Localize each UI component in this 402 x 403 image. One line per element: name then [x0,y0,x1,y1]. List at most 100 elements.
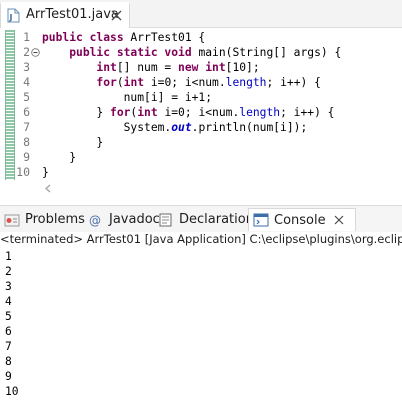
code-token: i=0; i<num. [157,106,240,119]
line-number-text: 10 [16,165,30,179]
svg-text:@: @ [89,213,101,227]
line-number-gutter: 1 2 3 4 5 6 7 8 9 10 [16,30,40,180]
code-token: [10]; [225,61,260,74]
code-token: .println(num[i]); [191,121,308,134]
tab-console-label: Console [274,212,326,228]
tab-javadoc[interactable]: @ Javadoc [88,208,160,231]
tab-javadoc-label: Javadoc [109,212,160,227]
code-line: public static void main(String[] args) { [42,45,402,60]
scroll-left-arrow-icon[interactable] [44,184,52,193]
code-token: } [42,106,111,119]
code-token: } [42,151,77,164]
console-icon [253,213,269,227]
line-number: 2 [16,45,40,60]
line-number: 1 [16,30,38,45]
code-line: for(int i=0; i<num.length; i++) { [42,75,402,90]
console-output-line: 2 [5,265,12,278]
console-output-line: 7 [5,340,12,353]
declaration-icon [159,213,172,226]
java-file-icon: J [7,8,20,23]
close-icon[interactable] [111,10,122,21]
code-line: public class ArrTest01 { [42,30,402,45]
console-output-line: 9 [5,370,12,383]
code-token: ; i++) { [280,106,335,119]
code-area[interactable]: public class ArrTest01 { public static v… [42,30,402,180]
console-output-line: 6 [5,325,12,338]
line-number: 8 [16,135,38,150]
line-number-text: 8 [23,135,30,149]
code-token: num[i] = i+1; [42,91,213,104]
code-token: public static void [69,46,199,59]
code-token: i=0; i<num. [144,76,226,89]
line-number: 4 [16,75,38,90]
code-line: System.out.println(num[i]); [42,120,402,135]
code-token: int [96,61,117,74]
line-number-text: 2 [23,45,30,59]
line-number: 7 [16,120,38,135]
code-token: length [225,76,267,89]
line-number-text: 3 [23,60,30,74]
line-number: 6 [16,105,38,120]
console-output-line: 1 [5,250,12,263]
code-token: System. [42,121,172,134]
code-line: num[i] = i+1; [42,90,402,105]
code-token: int [123,76,145,89]
line-number-text: 1 [23,30,30,44]
editor-tab-label: ArrTest01.java [26,7,119,22]
line-number-text: 4 [23,75,30,89]
console-output[interactable]: 1 2 3 4 5 6 7 8 9 10 [5,249,395,399]
code-token: main(String[] args) { [198,46,342,59]
code-token: out [171,121,192,134]
tab-problems[interactable]: Problems [4,208,85,231]
line-number-text: 9 [23,150,30,164]
code-token: ; i++) { [266,76,321,89]
tab-console[interactable]: Console [248,208,356,231]
line-number: 5 [16,90,38,105]
editor-tab-arrtest01[interactable]: J ArrTest01.java [0,2,130,28]
view-tab-bar: Problems @ Javadoc Declaration Console [0,205,402,232]
tab-declaration[interactable]: Declaration [158,208,254,231]
change-ruler [5,30,15,180]
problems-icon [4,214,20,226]
code-editor[interactable]: 1 2 3 4 5 6 7 8 9 10 public class ArrTest01 { pub… [0,28,402,181]
code-token: length [239,106,281,119]
line-number: 10 [16,165,38,180]
code-token: public class [42,31,131,44]
tab-declaration-label: Declaration [179,212,254,227]
code-line: } [42,135,402,150]
code-token: new int [178,61,226,74]
line-number-text: 5 [23,90,30,104]
code-token: } [42,136,104,149]
svg-text:J: J [9,13,13,22]
close-icon[interactable] [334,215,344,225]
code-line: int[] num = new int[10]; [42,60,402,75]
editor-tab-bar: J ArrTest01.java [0,0,402,28]
code-token: [] num = [116,61,179,74]
code-token: ArrTest01 { [130,31,206,44]
fold-collapse-icon[interactable] [31,48,40,57]
code-token: for [96,76,117,89]
line-number-text: 6 [23,105,30,119]
console-output-line: 4 [5,295,12,308]
console-output-line: 10 [5,385,19,398]
code-token: for [110,106,131,119]
code-line: } [42,165,402,180]
editor-horizontal-scrollbar[interactable] [0,181,402,196]
line-number: 3 [16,60,38,75]
console-output-line: 3 [5,280,12,293]
line-number-text: 7 [23,120,30,134]
line-number: 9 [16,150,38,165]
tab-problems-label: Problems [25,212,85,227]
console-status-header: <terminated> ArrTest01 [Java Application… [0,232,402,247]
code-token: ( [116,76,124,89]
console-output-line: 5 [5,310,12,323]
code-line: } for(int i=0; i<num.length; i++) { [42,105,402,120]
code-token: int [137,106,158,119]
javadoc-icon: @ [89,213,101,227]
code-line: } [42,150,402,165]
console-output-line: 8 [5,355,12,368]
code-token: } [42,166,49,179]
